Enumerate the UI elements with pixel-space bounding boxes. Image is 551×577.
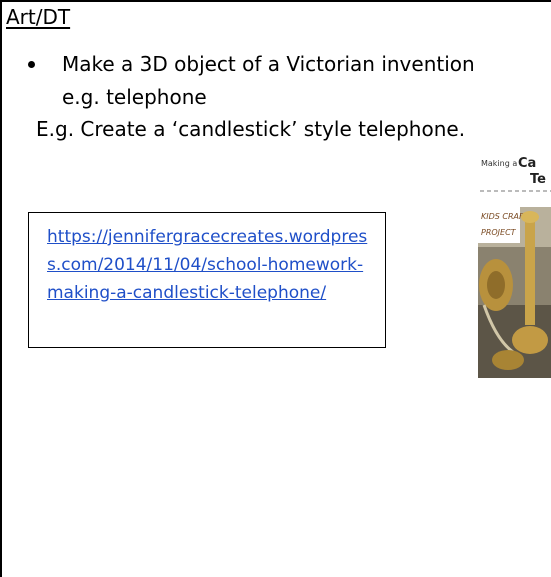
bullet-icon <box>28 61 35 68</box>
telephone-thumbnail-image: Making a Ca Te KIDS CRAFT PROJECT <box>478 155 551 378</box>
section-heading: Art/DT <box>6 5 71 29</box>
resource-link-box: https://jennifergracecreates.wordpress.c… <box>28 212 386 348</box>
thumb-title-small: Making a <box>481 159 517 168</box>
task-text: Make a 3D object of a Victorian inventio… <box>62 52 475 109</box>
thumb-title-large-1: Ca <box>518 156 536 171</box>
art-dt-panel: Art/DT Make a 3D object of a Victorian i… <box>0 0 551 577</box>
thumb-title-large-2: Te <box>530 172 546 187</box>
example-text: E.g. Create a ‘candlestick’ style teleph… <box>36 117 466 141</box>
thumb-badge-line-2: PROJECT <box>481 228 517 237</box>
resource-link[interactable]: https://jennifergracecreates.wordpress.c… <box>47 223 371 307</box>
